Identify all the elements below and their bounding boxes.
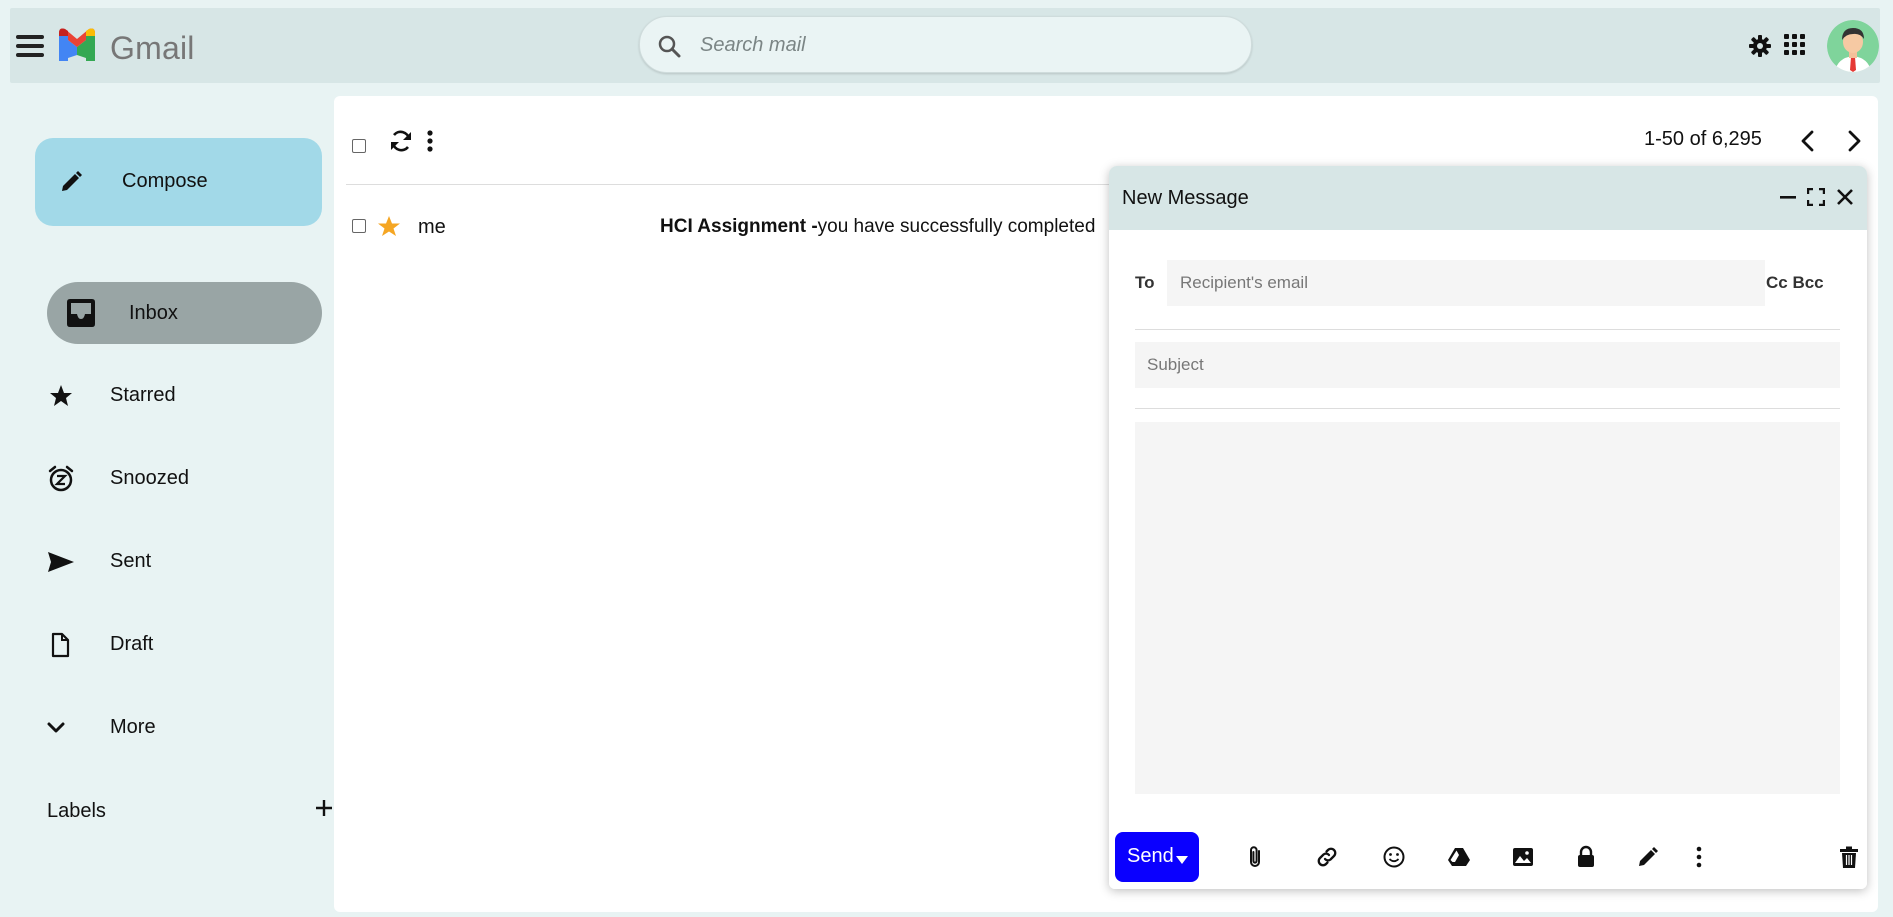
divider [1135,408,1840,409]
avatar[interactable] [1827,20,1879,72]
sidebar-item-label: Starred [110,384,176,406]
drive-icon[interactable] [1447,845,1471,869]
recipient-input[interactable] [1167,260,1765,306]
send-icon [47,548,75,576]
compose-header: New Message [1109,166,1867,230]
refresh-icon[interactable] [389,129,413,153]
sidebar-item-inbox[interactable]: Inbox [47,282,322,344]
sidebar-item-starred[interactable]: Starred [47,364,322,426]
subject-input[interactable] [1135,342,1840,388]
fullscreen-icon[interactable] [1807,188,1825,206]
compose-window: New Message To Cc Bcc Send [1109,166,1867,889]
compose-button[interactable]: Compose [35,138,322,226]
pagination-count: 1-50 of 6,295 [1644,128,1762,150]
message-body-textarea[interactable] [1135,422,1840,794]
gear-icon[interactable] [1748,34,1772,58]
divider [1135,329,1840,330]
link-icon[interactable] [1315,845,1339,869]
trash-icon[interactable] [1837,845,1861,869]
add-label-icon[interactable] [314,798,334,818]
emoji-icon[interactable] [1382,845,1406,869]
select-all-checkbox[interactable] [352,139,366,153]
signature-pen-icon[interactable] [1636,845,1660,869]
close-icon[interactable] [1836,188,1854,206]
sidebar-item-more[interactable]: More [47,696,322,758]
lock-icon[interactable] [1574,845,1598,869]
email-sender: me [418,216,446,238]
attach-icon[interactable] [1243,845,1267,869]
sidebar-item-sent[interactable]: Sent [47,530,322,592]
star-icon[interactable] [377,215,401,237]
top-bar: Gmail [10,8,1880,83]
photo-icon[interactable] [1511,845,1535,869]
more-options-icon[interactable] [1695,845,1703,869]
sidebar-item-draft[interactable]: Draft [47,613,322,675]
apps-grid-icon[interactable] [1784,34,1806,56]
compose-title: New Message [1122,187,1249,209]
sidebar-item-label: More [110,716,156,738]
sidebar-item-label: Draft [110,633,154,655]
send-button[interactable]: Send [1115,832,1199,882]
compose-label: Compose [122,170,208,192]
gmail-logo[interactable] [56,25,98,63]
chevron-down-icon [47,714,75,742]
caret-down-icon[interactable] [1176,856,1188,864]
email-subject: HCI Assignment - [660,216,818,237]
gmail-wordmark: Gmail [110,30,195,66]
to-label: To [1135,273,1155,292]
labels-heading: Labels [47,800,106,822]
email-preview: you have successfully completed [817,216,1096,237]
snooze-clock-icon [47,465,75,493]
draft-file-icon [47,631,75,659]
chevron-left-icon[interactable] [1798,130,1818,152]
sidebar-item-snoozed[interactable]: Snoozed [47,447,322,509]
hamburger-menu-icon[interactable] [16,33,46,59]
minimize-icon[interactable] [1779,188,1797,206]
star-icon [47,382,75,410]
search-bar[interactable] [639,16,1252,73]
cc-bcc-link[interactable]: Cc Bcc [1766,273,1824,293]
email-snippet: HCI Assignment -you have successfully co… [660,216,1095,238]
compose-footer: Send [1109,824,1867,889]
more-vert-icon[interactable] [426,129,434,153]
search-icon[interactable] [657,34,681,58]
sidebar-item-label: Sent [110,550,152,572]
pencil-icon [59,170,83,194]
email-select-checkbox[interactable] [352,219,366,233]
sidebar-item-label: Inbox [129,302,178,324]
chevron-right-icon[interactable] [1844,130,1864,152]
inbox-icon [65,298,97,328]
search-input[interactable] [700,27,1220,63]
send-label: Send [1127,845,1174,867]
sidebar-item-label: Snoozed [110,467,189,489]
